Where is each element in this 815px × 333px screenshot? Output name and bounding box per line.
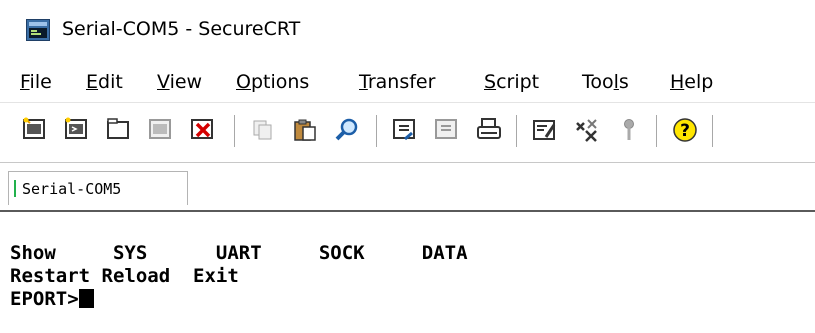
disconnect-icon [191,119,213,139]
copy-button[interactable] [248,115,278,145]
disconnect-button[interactable] [188,115,218,145]
terminal-line: Show SYS UART SOCK DATA [10,242,468,264]
paste-button[interactable] [290,115,320,145]
tab-status-indicator [14,180,16,197]
securecrt-app-icon [26,19,50,41]
copy-icon [253,120,272,140]
send-file-button[interactable] [390,115,420,145]
connect-in-tab-icon [107,118,129,139]
window-title: Serial-COM5 - SecureCRT [62,18,301,40]
paste-icon [294,119,316,141]
connect-in-tab-button[interactable] [104,115,134,145]
menu-view[interactable]: View [157,70,202,94]
terminal-output[interactable]: Show SYS UART SOCK DATA Restart Reload E… [0,210,815,333]
reconnect-button[interactable] [146,115,176,145]
title-bar: Serial-COM5 - SecureCRT [0,0,815,58]
key-icon [624,119,634,140]
key-button[interactable] [614,115,644,145]
connect-icon [23,117,45,139]
toolbar-separator [712,115,713,147]
toolbar: ? [0,102,815,161]
menu-tools[interactable]: Tools [582,70,629,94]
reconnect-icon [149,119,171,139]
menu-file[interactable]: File [20,70,52,94]
terminal-prompt: EPORT> [10,288,79,310]
print-icon [477,118,501,139]
global-options-icon [576,119,597,142]
help-button[interactable]: ? [670,115,700,145]
receive-file-icon [435,119,457,139]
toolbar-separator [656,115,657,147]
svg-text:?: ? [680,121,690,141]
terminal-cursor [78,289,94,308]
global-options-button[interactable] [572,115,602,145]
menu-options[interactable]: Options [236,70,309,94]
print-button[interactable] [474,115,504,145]
find-button[interactable] [332,115,362,145]
toolbar-separator [234,115,235,147]
menu-bar: File Edit View Options Transfer Script T… [0,60,815,100]
help-icon: ? [673,118,697,142]
tab-label: Serial-COM5 [22,180,122,198]
quick-connect-button[interactable] [62,115,92,145]
menu-transfer[interactable]: Transfer [359,70,435,94]
session-options-button[interactable] [530,115,560,145]
connect-button[interactable] [20,115,50,145]
tab-serial-com5[interactable]: Serial-COM5 [8,171,188,205]
terminal-line: Restart Reload Exit [10,265,239,287]
menu-help[interactable]: Help [670,70,713,94]
session-options-icon [533,120,556,140]
session-tab-strip: Serial-COM5 [0,162,815,209]
quick-connect-icon [65,117,87,139]
receive-file-button[interactable] [432,115,462,145]
find-icon [335,118,358,141]
menu-script[interactable]: Script [484,70,539,94]
terminal-prompt-line: EPORT> [10,288,94,310]
toolbar-separator [516,115,517,147]
menu-edit[interactable]: Edit [86,70,123,94]
send-file-icon [393,119,415,141]
toolbar-separator [376,115,377,147]
